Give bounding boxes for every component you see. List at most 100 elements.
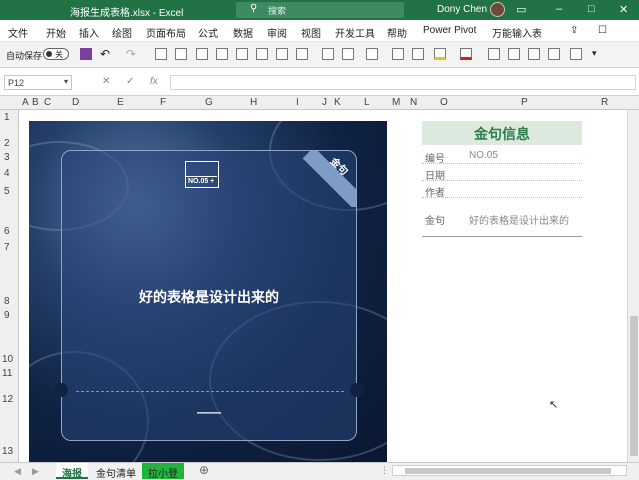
info-row-author[interactable]: 作者 [422,181,582,199]
lock-icon[interactable] [488,48,500,60]
chart-icon[interactable] [366,48,378,60]
row-header[interactable]: 5 [4,186,10,197]
row-header[interactable]: 12 [2,394,13,405]
row-header[interactable]: 13 [2,446,13,457]
confirm-icon[interactable]: ✓ [126,76,134,87]
menu-draw[interactable]: 绘图 [112,25,132,40]
filter-icon[interactable] [155,48,167,60]
shape-icon[interactable] [296,48,308,60]
add-sheet-icon[interactable]: ⊕ [199,463,209,477]
function-icon[interactable]: fx [150,76,158,87]
col-header[interactable]: A [22,97,29,108]
picture-icon[interactable] [412,48,424,60]
next-sheet-icon[interactable]: ▶ [32,466,39,477]
col-header[interactable]: N [410,97,417,108]
share-icon[interactable]: ⇪ [570,25,578,36]
col-header[interactable]: F [160,97,166,108]
redo-icon[interactable]: ↷ [126,47,136,61]
close-button[interactable]: ✕ [619,3,628,16]
row-header[interactable]: 1 [4,112,10,123]
col-header[interactable]: E [117,97,124,108]
horizontal-scrollbar[interactable] [392,465,627,476]
name-box[interactable]: P12 ▾ [4,75,72,90]
clipboard-icon[interactable] [508,48,520,60]
paste-icon[interactable] [216,48,228,60]
h-scroll-thumb[interactable] [405,468,611,474]
menu-input-table[interactable]: 万能输入表 [492,25,542,40]
menu-review[interactable]: 审阅 [267,25,287,40]
col-header[interactable]: H [250,97,257,108]
col-header[interactable]: P [521,97,528,108]
row-header[interactable]: 6 [4,226,10,237]
save-icon[interactable] [80,48,92,60]
col-header[interactable]: O [440,97,448,108]
format-icon[interactable] [256,48,268,60]
undo-icon[interactable]: ↶ [100,47,110,61]
col-header[interactable]: L [364,97,370,108]
sort-az-icon[interactable] [528,48,540,60]
customize-toolbar-icon[interactable]: ▾ [592,48,597,59]
tab-poster[interactable]: 海报 [56,463,88,480]
sort-icon[interactable] [175,48,187,60]
more-options-icon[interactable]: ⋮ [380,465,389,476]
col-header[interactable]: D [72,97,79,108]
formula-input[interactable] [170,75,636,90]
ribbon-display-icon[interactable]: ▭ [516,3,526,16]
info-row-number[interactable]: 编号 NO.05 [422,147,582,165]
row-header[interactable]: 9 [4,310,10,321]
vertical-scrollbar[interactable] [627,110,639,462]
menu-home[interactable]: 开始 [46,25,66,40]
user-name[interactable]: Dony Chen [437,4,487,15]
menu-view[interactable]: 视图 [301,25,321,40]
col-header[interactable]: R [601,97,608,108]
check-icon[interactable] [548,48,560,60]
avatar[interactable] [490,2,505,17]
cancel-icon[interactable]: ✕ [102,76,110,87]
table-icon[interactable] [236,48,248,60]
border-icon[interactable] [322,48,334,60]
info-label: 作者 [425,188,445,199]
menu-help[interactable]: 帮助 [387,25,407,40]
col-header[interactable]: C [44,97,51,108]
merge-icon[interactable] [342,48,354,60]
menu-insert[interactable]: 插入 [79,25,99,40]
fill-color-icon[interactable] [434,48,446,60]
menu-formulas[interactable]: 公式 [198,25,218,40]
menu-data[interactable]: 数据 [233,25,253,40]
autosave-toggle[interactable]: 关 [43,48,69,60]
col-header[interactable]: J [322,97,327,108]
col-header[interactable]: G [205,97,213,108]
col-header[interactable]: I [296,97,299,108]
row-header[interactable]: 8 [4,296,10,307]
format-painter-icon[interactable] [570,48,582,60]
row-header[interactable]: 3 [4,152,10,163]
col-header[interactable]: K [334,97,341,108]
font-color-icon[interactable] [460,48,472,60]
menu-power-pivot[interactable]: Power Pivot [423,25,476,36]
info-title[interactable]: 金句信息 [422,121,582,145]
scroll-thumb[interactable] [630,316,638,456]
prev-sheet-icon[interactable]: ◀ [14,466,21,477]
row-header[interactable]: 11 [2,368,12,379]
minimize-button[interactable]: – [556,3,562,15]
chevron-down-icon[interactable]: ▾ [64,77,68,86]
copy-icon[interactable] [196,48,208,60]
link-icon[interactable] [392,48,404,60]
row-header[interactable]: 7 [4,242,10,253]
comment-icon[interactable]: ☐ [598,25,607,36]
menu-developer[interactable]: 开发工具 [335,25,375,40]
search-box[interactable]: ⚲ 搜索 [236,2,404,18]
tab-ladeng[interactable]: 拉小登 [142,463,184,480]
cursor-icon[interactable] [276,48,288,60]
col-header[interactable]: B [32,97,39,108]
info-row-date[interactable]: 日期 [422,164,582,182]
menu-page-layout[interactable]: 页面布局 [146,25,186,40]
tab-quote-list[interactable]: 金句清单 [90,463,142,480]
row-header[interactable]: 4 [4,168,10,179]
row-header[interactable]: 2 [4,138,10,149]
maximize-button[interactable]: □ [588,3,595,15]
info-row-quote[interactable]: 金句 好的表格是设计出来的 [422,209,582,227]
col-header[interactable]: M [392,97,400,108]
row-header[interactable]: 10 [2,354,13,365]
menu-file[interactable]: 文件 [8,25,28,40]
